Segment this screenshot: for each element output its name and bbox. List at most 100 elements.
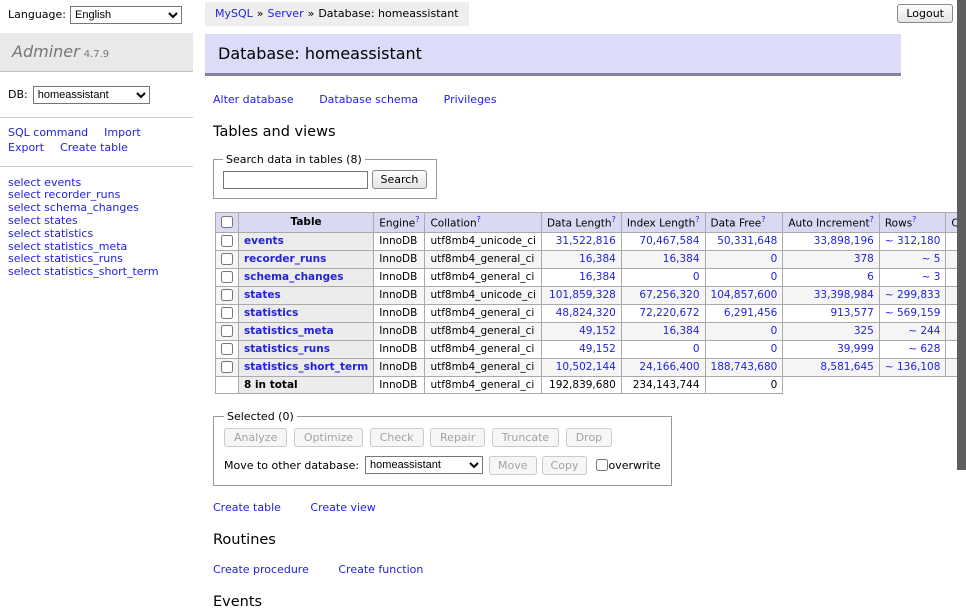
rows-count-link[interactable]: ~ 244 bbox=[908, 325, 940, 337]
data-free-link[interactable]: 0 bbox=[771, 325, 778, 337]
auto-increment-link[interactable]: 8,581,645 bbox=[820, 361, 873, 373]
data-length-link[interactable]: 16,384 bbox=[579, 271, 616, 283]
row-checkbox-cell bbox=[216, 340, 239, 358]
auto-increment-link[interactable]: 39,999 bbox=[837, 343, 874, 355]
scrollbar-thumb[interactable] bbox=[957, 0, 966, 470]
overwrite-checkbox[interactable] bbox=[596, 459, 608, 471]
select-all-checkbox[interactable] bbox=[221, 216, 233, 228]
index-length-link[interactable]: 67,256,320 bbox=[639, 289, 699, 301]
data-length-link[interactable]: 49,152 bbox=[579, 325, 616, 337]
rows-count-link[interactable]: ~ 299,833 bbox=[885, 289, 941, 301]
rows-count-link[interactable]: ~ 628 bbox=[908, 343, 940, 355]
row-checkbox[interactable] bbox=[221, 343, 233, 355]
row-checkbox-cell bbox=[216, 358, 239, 376]
index-length-link[interactable]: 16,384 bbox=[663, 253, 700, 265]
create-function-link[interactable]: Create function bbox=[338, 563, 423, 576]
auto-increment-link[interactable]: 913,577 bbox=[830, 307, 873, 319]
move-button[interactable]: Move bbox=[489, 456, 537, 475]
database-schema-link[interactable]: Database schema bbox=[319, 93, 418, 106]
table-link-states[interactable]: states bbox=[244, 289, 281, 301]
help-icon[interactable]: ? bbox=[695, 215, 699, 224]
data-length-link[interactable]: 31,522,816 bbox=[556, 235, 616, 247]
help-icon[interactable]: ? bbox=[612, 215, 616, 224]
check-button[interactable]: Check bbox=[370, 428, 424, 447]
auto-increment-link[interactable]: 6 bbox=[867, 271, 874, 283]
table-link-recorder-runs[interactable]: recorder_runs bbox=[244, 253, 326, 265]
help-icon[interactable]: ? bbox=[761, 215, 765, 224]
data-length-link[interactable]: 101,859,328 bbox=[549, 289, 616, 301]
sidebar-item-select-states[interactable]: select states bbox=[8, 215, 185, 228]
breadcrumb-mysql-link[interactable]: MySQL bbox=[215, 7, 253, 20]
index-length-link[interactable]: 0 bbox=[693, 271, 700, 283]
row-checkbox[interactable] bbox=[221, 253, 233, 265]
table-link-schema-changes[interactable]: schema_changes bbox=[244, 271, 344, 283]
create-table-link[interactable]: Create table bbox=[60, 141, 128, 154]
alter-database-link[interactable]: Alter database bbox=[213, 93, 294, 106]
data-length-link[interactable]: 10,502,144 bbox=[556, 361, 616, 373]
create-procedure-link[interactable]: Create procedure bbox=[213, 563, 309, 576]
rows-count-link[interactable]: ~ 312,180 bbox=[885, 235, 941, 247]
privileges-link[interactable]: Privileges bbox=[444, 93, 497, 106]
data-free-link[interactable]: 50,331,648 bbox=[717, 235, 777, 247]
analyze-button[interactable]: Analyze bbox=[224, 428, 287, 447]
auto-increment-link[interactable]: 33,398,984 bbox=[814, 289, 874, 301]
help-icon[interactable]: ? bbox=[415, 215, 419, 224]
table-link-events[interactable]: events bbox=[244, 235, 284, 247]
row-checkbox[interactable] bbox=[221, 307, 233, 319]
rows-count-link[interactable]: ~ 3 bbox=[922, 271, 941, 283]
data-free-link[interactable]: 0 bbox=[771, 253, 778, 265]
data-free-link[interactable]: 0 bbox=[771, 343, 778, 355]
import-link[interactable]: Import bbox=[104, 126, 141, 139]
help-icon[interactable]: ? bbox=[870, 215, 874, 224]
breadcrumb-server-link[interactable]: Server bbox=[268, 7, 304, 20]
data-free-link[interactable]: 6,291,456 bbox=[724, 307, 777, 319]
sidebar-item-select-statistics[interactable]: select statistics bbox=[8, 228, 185, 241]
rows-count-link[interactable]: ~ 5 bbox=[922, 253, 941, 265]
index-length-link[interactable]: 72,220,672 bbox=[639, 307, 699, 319]
help-icon[interactable]: ? bbox=[912, 215, 916, 224]
row-checkbox[interactable] bbox=[221, 235, 233, 247]
copy-button[interactable]: Copy bbox=[542, 456, 588, 475]
collation-cell: utf8mb4_general_ci bbox=[425, 250, 541, 268]
data-length-link[interactable]: 48,824,320 bbox=[556, 307, 616, 319]
data-length-link[interactable]: 16,384 bbox=[579, 253, 616, 265]
rows-count-link[interactable]: ~ 136,108 bbox=[885, 361, 941, 373]
table-link-statistics-meta[interactable]: statistics_meta bbox=[244, 325, 334, 337]
export-link[interactable]: Export bbox=[8, 141, 44, 154]
row-checkbox[interactable] bbox=[221, 289, 233, 301]
search-button[interactable]: Search bbox=[372, 170, 428, 189]
language-select[interactable]: English bbox=[70, 6, 182, 24]
sql-command-link[interactable]: SQL command bbox=[8, 126, 88, 139]
data-free-link[interactable]: 104,857,600 bbox=[711, 289, 778, 301]
rows-count-link[interactable]: ~ 569,159 bbox=[885, 307, 941, 319]
row-checkbox-cell bbox=[216, 268, 239, 286]
drop-button[interactable]: Drop bbox=[566, 428, 612, 447]
search-input[interactable] bbox=[223, 171, 368, 189]
index-length-link[interactable]: 70,467,584 bbox=[639, 235, 699, 247]
table-link-statistics-runs[interactable]: statistics_runs bbox=[244, 343, 330, 355]
truncate-button[interactable]: Truncate bbox=[492, 428, 559, 447]
repair-button[interactable]: Repair bbox=[430, 428, 485, 447]
table-link-statistics[interactable]: statistics bbox=[244, 307, 298, 319]
data-free-link[interactable]: 0 bbox=[771, 271, 778, 283]
create-view-link[interactable]: Create view bbox=[310, 501, 375, 514]
row-checkbox[interactable] bbox=[221, 271, 233, 283]
db-select[interactable]: homeassistant bbox=[33, 86, 150, 104]
auto-increment-link[interactable]: 378 bbox=[854, 253, 874, 265]
data-length-link[interactable]: 49,152 bbox=[579, 343, 616, 355]
logout-button[interactable]: Logout bbox=[897, 4, 953, 23]
row-checkbox[interactable] bbox=[221, 325, 233, 337]
table-link-statistics-short-term[interactable]: statistics_short_term bbox=[244, 361, 368, 373]
auto-increment-link[interactable]: 325 bbox=[854, 325, 874, 337]
help-icon[interactable]: ? bbox=[477, 215, 481, 224]
data-free-link[interactable]: 188,743,680 bbox=[711, 361, 778, 373]
optimize-button[interactable]: Optimize bbox=[294, 428, 363, 447]
index-length-link[interactable]: 0 bbox=[693, 343, 700, 355]
auto-increment-link[interactable]: 33,898,196 bbox=[814, 235, 874, 247]
create-table-link-bottom[interactable]: Create table bbox=[213, 501, 281, 514]
index-length-link[interactable]: 24,166,400 bbox=[639, 361, 699, 373]
move-db-select[interactable]: homeassistant bbox=[365, 456, 483, 474]
sidebar-item-select-statistics-short-term[interactable]: select statistics_short_term bbox=[8, 266, 185, 279]
index-length-link[interactable]: 16,384 bbox=[663, 325, 700, 337]
row-checkbox[interactable] bbox=[221, 361, 233, 373]
